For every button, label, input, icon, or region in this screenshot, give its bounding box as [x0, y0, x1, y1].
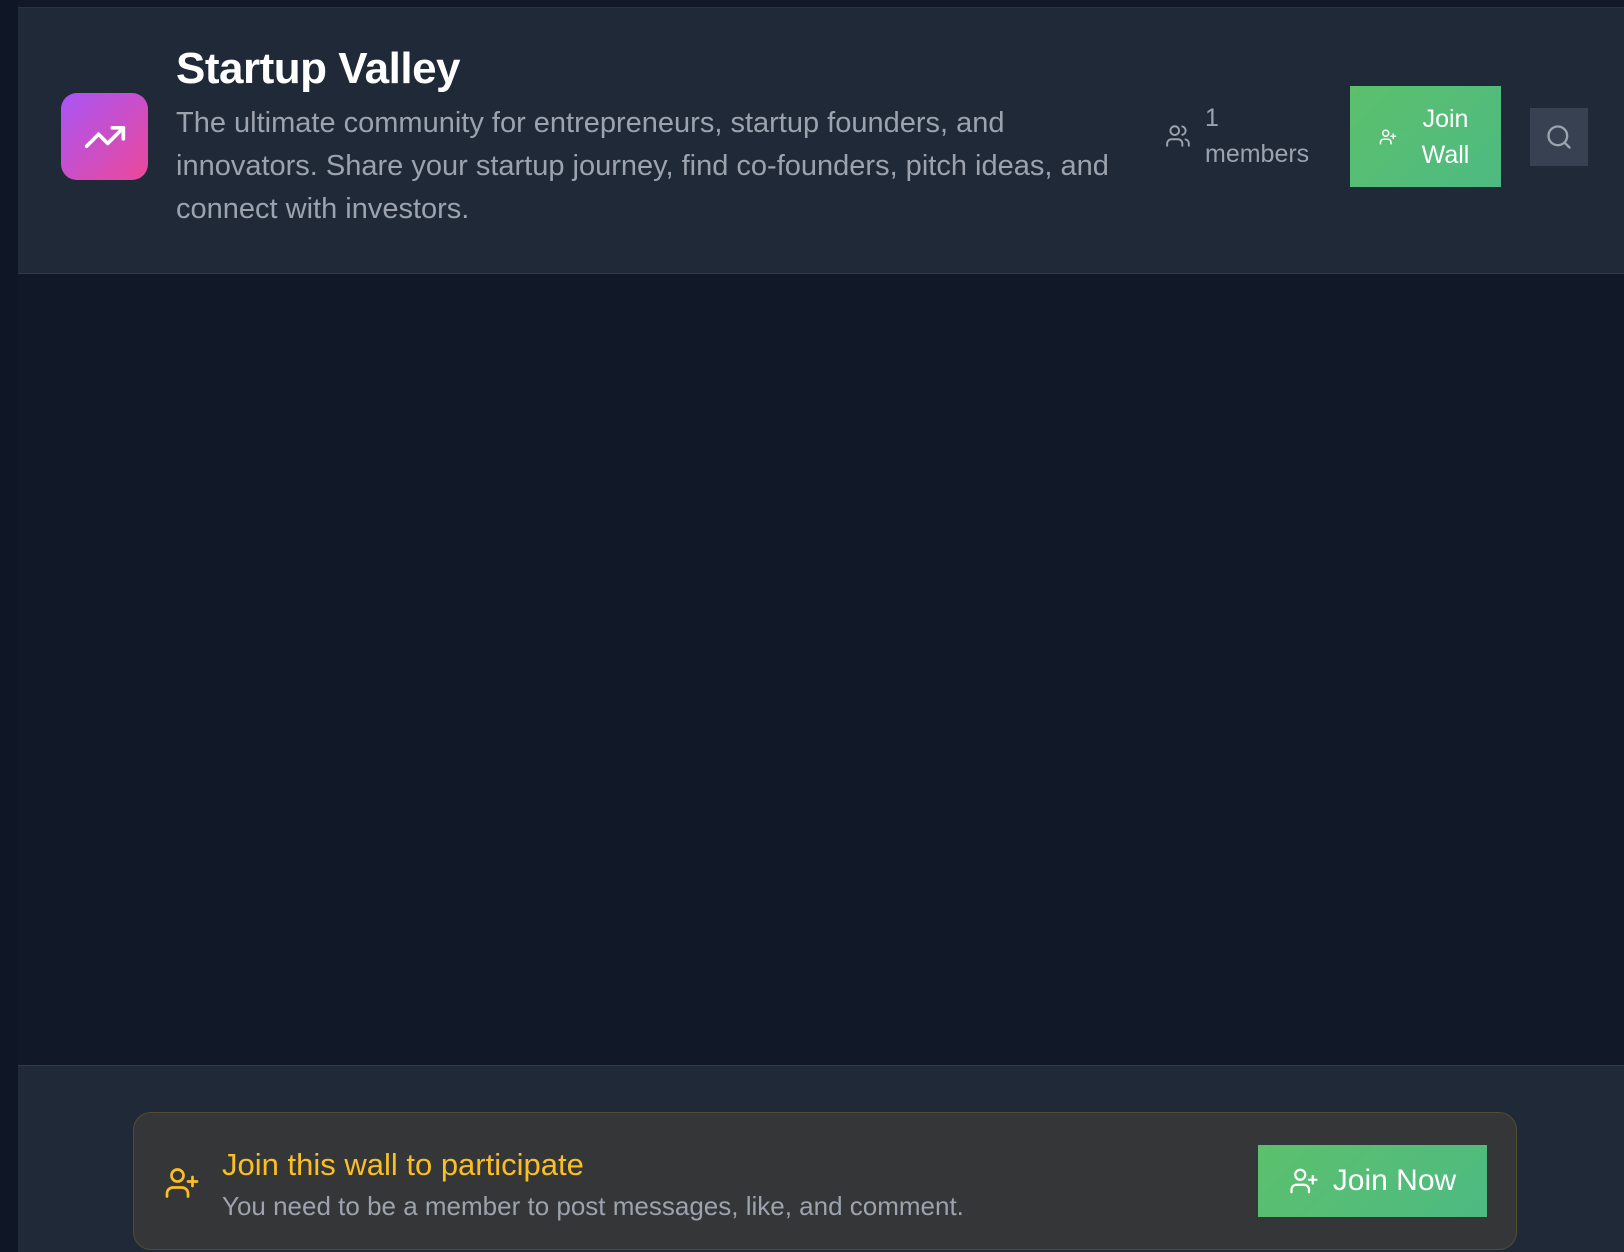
left-edge [0, 0, 18, 1252]
join-notice-title: Join this wall to participate [222, 1147, 584, 1182]
wall-header: Startup Valley The ultimate community fo… [18, 8, 1624, 274]
join-wall-label: Join Wall [1421, 104, 1470, 169]
user-plus-icon [1290, 1168, 1318, 1194]
user-plus-icon [1379, 129, 1396, 144]
wall-feed-area [18, 274, 1624, 1065]
wall-logo [61, 93, 148, 180]
search-button[interactable] [1530, 108, 1588, 166]
join-wall-button[interactable]: Join Wall [1350, 86, 1501, 187]
member-count: 1 members [1165, 100, 1325, 172]
user-plus-icon [165, 1168, 199, 1198]
top-border [0, 0, 1624, 8]
composer-footer: Join this wall to participate You need t… [18, 1065, 1624, 1252]
trending-up-icon [84, 125, 125, 148]
join-notice: Join this wall to participate You need t… [133, 1112, 1517, 1250]
join-now-button[interactable]: Join Now [1258, 1145, 1487, 1217]
member-count-label: 1 members [1205, 104, 1310, 168]
search-icon [1547, 125, 1571, 149]
join-notice-subtitle: You need to be a member to post messages… [222, 1191, 964, 1221]
join-now-label: Join Now [1332, 1164, 1457, 1197]
wall-description: The ultimate community for entrepreneurs… [176, 107, 1109, 225]
users-icon [1166, 125, 1190, 147]
wall-title: Startup Valley [176, 44, 461, 93]
